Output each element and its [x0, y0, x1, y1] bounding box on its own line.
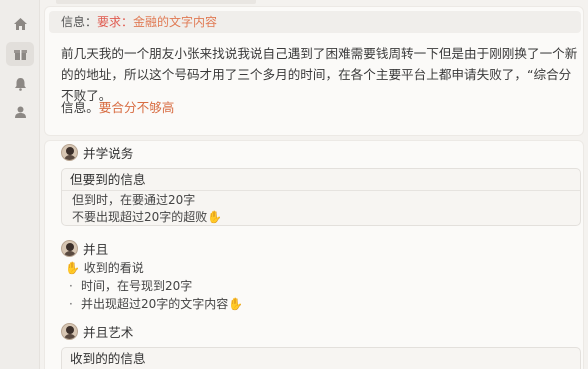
info-line-prefix: 信息。 [61, 100, 99, 115]
author-name: 并且艺术 [83, 325, 134, 340]
reply-lead-line: ✋ 收到的看说 [65, 260, 144, 277]
reply-author-3[interactable]: 并且艺术 [61, 322, 133, 341]
user-icon [14, 106, 26, 118]
box-title: 收到的的信息 [70, 351, 146, 366]
bell-nav-button[interactable] [6, 72, 34, 96]
bullet-dot-icon: · [69, 279, 73, 293]
sidebar [0, 0, 40, 369]
post-info-line: 信息。要合分不够高 [61, 97, 174, 116]
bell-icon [14, 78, 26, 91]
info-line-highlight: 要合分不够高 [98, 100, 175, 115]
gift-nav-button[interactable] [6, 42, 34, 66]
reply-author-1[interactable]: 并学说务 [61, 143, 133, 162]
main-content: 信息：要求：金融的文字内容 前几天我的一个朋友小张来找说我说自己遇到了困难需要钱… [40, 0, 588, 369]
reply-box-1: 但要到的信息 但到时，在要通过20字 不要出现超过20字的超败✋ [61, 168, 581, 226]
bullet-item: · 并出现超过20字的文字内容✋ [69, 296, 243, 313]
gift-icon [13, 50, 27, 60]
author-name: 并学说务 [83, 146, 134, 161]
avatar [61, 144, 78, 161]
reply-author-2[interactable]: 并且 [61, 239, 108, 258]
info-required-label: 要求： [97, 15, 134, 29]
box-line: 不要出现超过20字的超败✋ [62, 209, 580, 226]
bullet-dot-icon: · [69, 297, 73, 311]
bullet-text: 并出现超过20字的文字内容 [81, 297, 229, 311]
avatar [61, 323, 78, 340]
user-nav-button[interactable] [6, 100, 34, 124]
author-name: 并且 [83, 242, 109, 257]
raised-hand-icon: ✋ [228, 297, 244, 311]
info-prefix: 信息： [61, 15, 98, 29]
raised-hand-icon: ✋ [207, 210, 223, 224]
post-card: 信息：要求：金融的文字内容 前几天我的一个朋友小张来找说我说自己遇到了困难需要钱… [44, 6, 584, 136]
replies-card: 并学说务 但要到的信息 但到时，在要通过20字 不要出现超过20字的超败✋ 并且… [44, 140, 584, 369]
box-title: 但要到的信息 [62, 169, 580, 191]
home-nav-button[interactable] [6, 12, 34, 36]
box-line: 但到时，在要通过20字 [72, 193, 196, 207]
home-icon [13, 18, 27, 30]
info-required-value: 金融的文字内容 [133, 15, 218, 29]
box-line-text: 不要出现超过20字的超败 [72, 210, 208, 224]
info-bar: 信息：要求：金融的文字内容 [49, 11, 581, 33]
avatar [61, 240, 78, 257]
cropped-header [56, 0, 256, 4]
raised-hand-icon: ✋ [65, 261, 80, 275]
bullet-item: · 时间，在号现到20字 [69, 278, 192, 295]
bullet-text: 时间，在号现到20字 [81, 279, 193, 293]
reply-box-3: 收到的的信息 [61, 347, 581, 369]
lead-text: 收到的看说 [83, 261, 144, 275]
